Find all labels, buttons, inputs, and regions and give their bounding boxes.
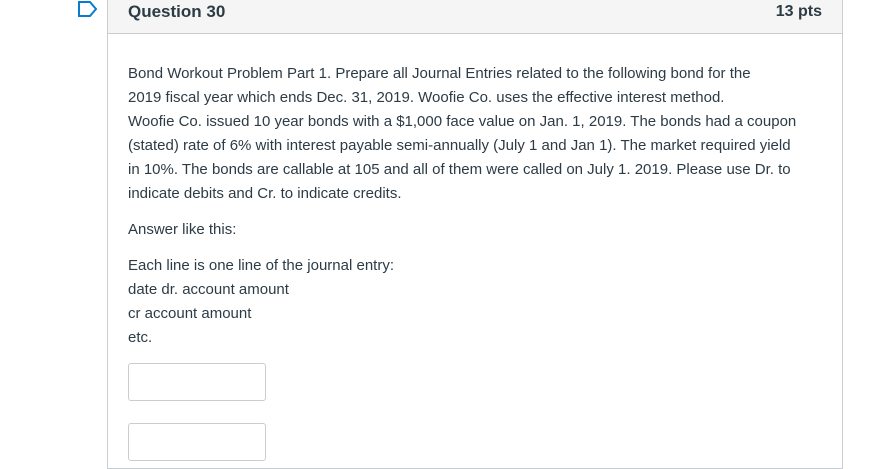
flag-question-icon[interactable] — [78, 1, 98, 17]
question-line: (stated) rate of 6% with interest payabl… — [128, 137, 791, 154]
question-line: Bond Workout Problem Part 1. Prepare all… — [128, 65, 751, 82]
answer-input-1[interactable] — [128, 363, 266, 401]
question-line: in 10%. The bonds are callable at 105 an… — [128, 161, 791, 178]
format-line: date dr. account amount — [128, 281, 289, 298]
answer-intro: Answer like this: — [128, 221, 237, 238]
question-card: Question 30 13 pts Bond Workout Problem … — [107, 0, 843, 469]
answer-input-2[interactable] — [128, 423, 266, 461]
question-line: indicate debits and Cr. to indicate cred… — [128, 185, 402, 202]
question-title: Question 30 — [128, 2, 226, 21]
format-line: cr account amount — [128, 305, 252, 322]
format-line: etc. — [128, 329, 153, 346]
question-text: Bond Workout Problem Part 1. Prepare all… — [128, 62, 828, 350]
question-line: Woofie Co. issued 10 year bonds with a $… — [128, 113, 797, 130]
question-line: 2019 fiscal year which ends Dec. 31, 201… — [128, 89, 725, 106]
question-header: Question 30 13 pts — [108, 0, 842, 34]
format-line: Each line is one line of the journal ent… — [128, 257, 394, 274]
question-points: 13 pts — [775, 3, 822, 20]
